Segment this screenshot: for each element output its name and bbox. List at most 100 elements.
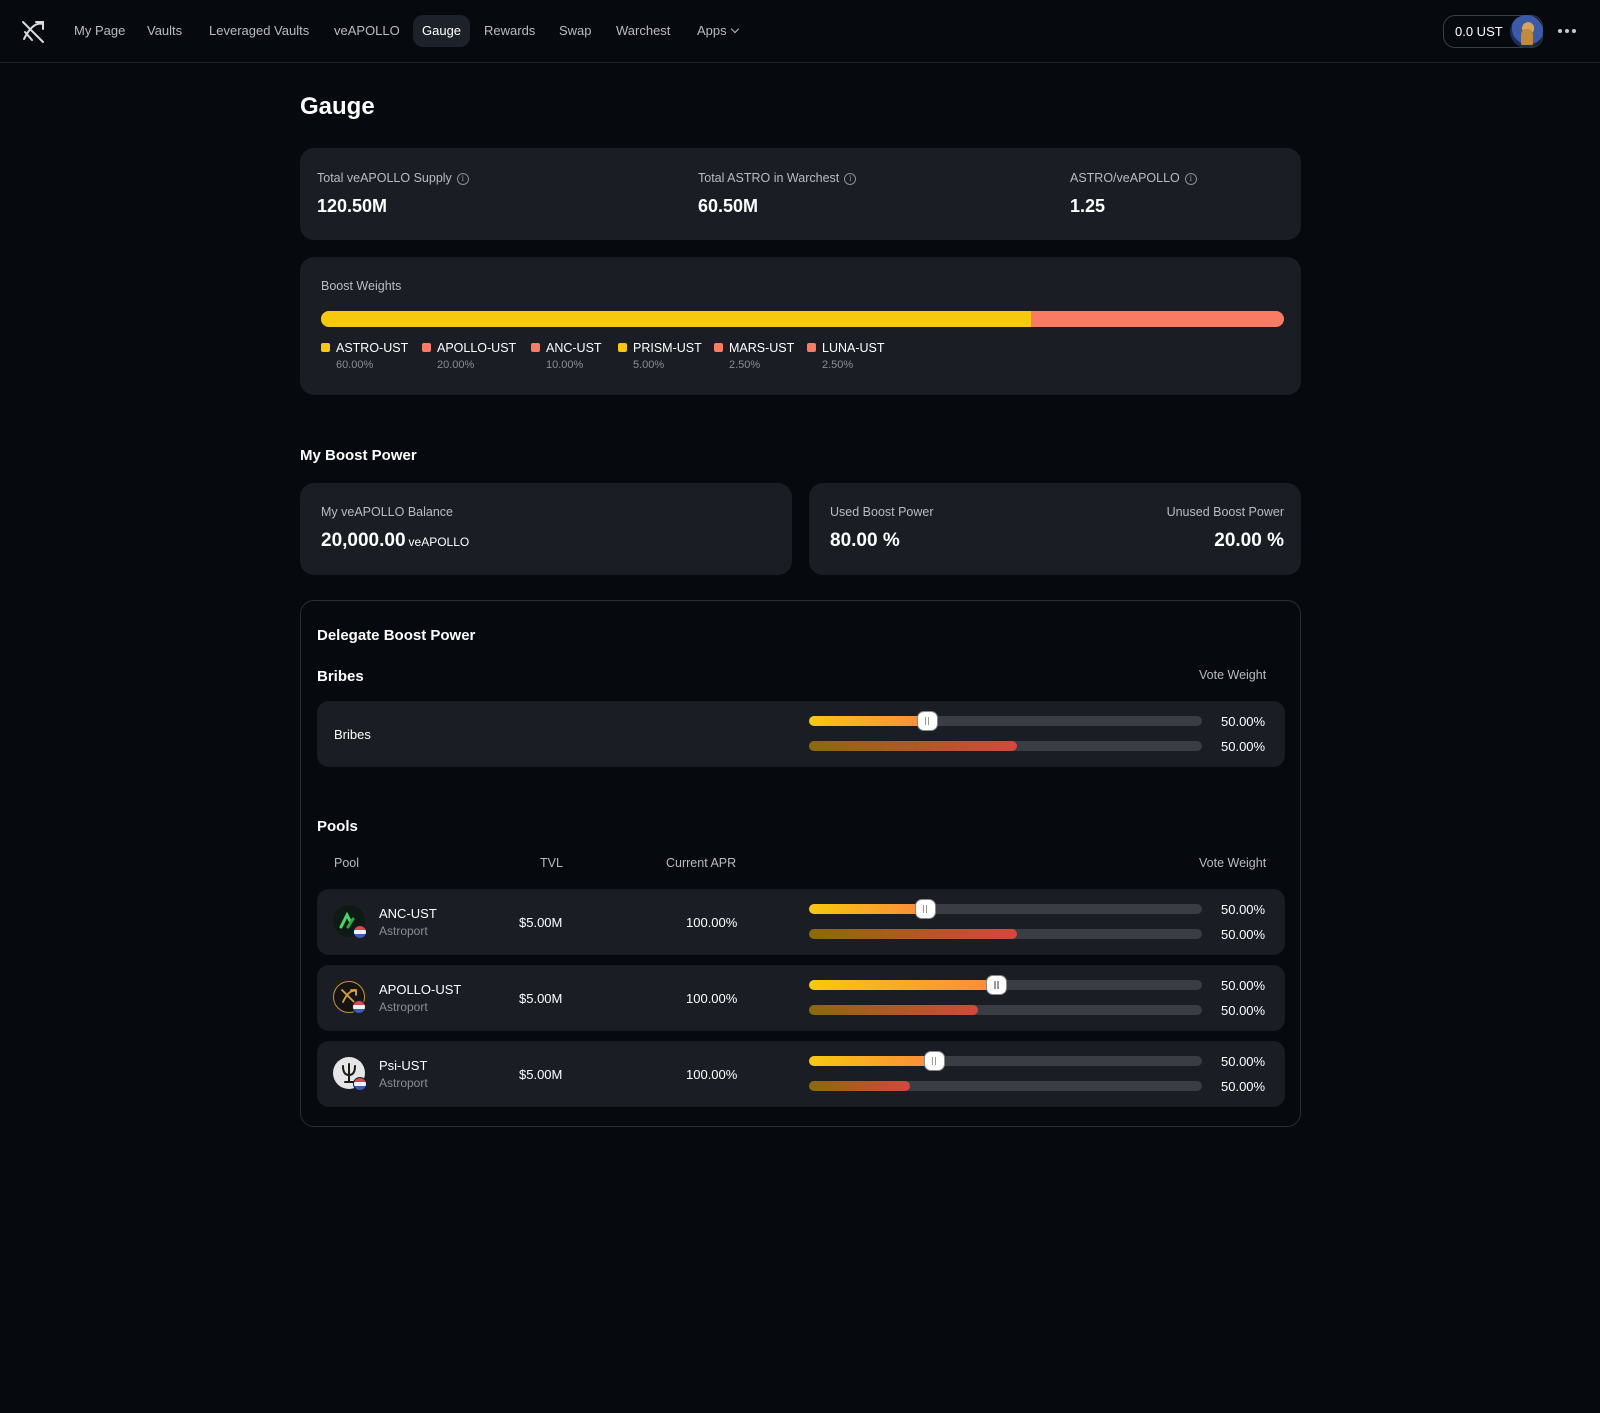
legend-anc-ust: ANC-UST 10.00% (531, 341, 602, 371)
nav-gauge[interactable]: Gauge (413, 15, 471, 47)
ust-flag-icon (352, 1000, 366, 1014)
nav-leveraged-vaults[interactable]: Leveraged Vaults (200, 15, 318, 47)
vote-weight-pct: 50.00% (1221, 978, 1266, 993)
vote-weight-slider[interactable] (809, 712, 1202, 730)
slider-fill (809, 1056, 934, 1066)
legend-swatch (531, 343, 540, 352)
nav-rewards[interactable]: Rewards (475, 15, 544, 47)
pool-name: APOLLO-UST (379, 982, 462, 997)
nav-my-page[interactable]: My Page (65, 15, 134, 47)
legend-swatch (422, 343, 431, 352)
current-weight-pct: 50.00% (1221, 927, 1266, 942)
legend-pct: 20.00% (437, 359, 475, 371)
nav-apps[interactable]: Apps (688, 15, 747, 47)
stat-label-astro-warchest: Total ASTRO in Warchest i (698, 171, 857, 185)
bar-fill (809, 1081, 910, 1091)
legend-name: LUNA-UST (822, 341, 885, 355)
pool-row-apollo-ust: APOLLO-UST Astroport $5.00M 100.00% 50.0… (317, 965, 1285, 1031)
slider-handle[interactable] (915, 900, 935, 918)
current-weight-pct: 50.00% (1221, 1003, 1266, 1018)
legend-prism-ust: PRISM-UST 5.00% (618, 341, 702, 371)
pools-title: Pools (317, 818, 358, 835)
nav-warchest[interactable]: Warchest (607, 15, 679, 47)
boost-weights-bar-fill (321, 311, 1031, 327)
info-icon[interactable]: i (456, 172, 469, 185)
wallet-balance: 0.0 UST (1455, 24, 1503, 39)
bar-fill (809, 929, 1018, 939)
legend-swatch (618, 343, 627, 352)
tvl-column-header: TVL (540, 856, 563, 870)
page-title: Gauge (300, 93, 375, 120)
unused-boost-label: Unused Boost Power (1166, 505, 1284, 519)
delegate-boost-panel: Delegate Boost Power Bribes Vote Weight … (300, 600, 1301, 1127)
used-boost-label: Used Boost Power (830, 505, 934, 519)
vote-weight-pct: 50.00% (1221, 902, 1266, 917)
psi-icon (333, 1057, 367, 1091)
nav-apps-label: Apps (697, 23, 727, 38)
pool-tvl: $5.00M (519, 1067, 563, 1082)
pool-row-psi-ust: Psi-UST Astroport $5.00M 100.00% 50.00% … (317, 1041, 1285, 1107)
current-weight-bar (809, 1081, 1202, 1091)
legend-apollo-ust: APOLLO-UST 20.00% (422, 341, 517, 371)
legend-swatch (807, 343, 816, 352)
stat-label-text: Total veAPOLLO Supply (317, 171, 452, 185)
vote-weight-pct: 50.00% (1221, 714, 1266, 729)
pool-column-header: Pool (334, 856, 360, 870)
nav-veapollo[interactable]: veAPOLLO (325, 15, 409, 47)
vote-weight-slider[interactable] (809, 976, 1202, 994)
legend-pct: 10.00% (546, 359, 584, 371)
slider-handle[interactable] (917, 712, 937, 730)
nav-vaults[interactable]: Vaults (138, 15, 191, 47)
bar-fill (809, 1005, 978, 1015)
balance-label: My veAPOLLO Balance (321, 505, 454, 519)
pool-apr: 100.00% (686, 991, 738, 1006)
bribes-title: Bribes (317, 668, 364, 685)
legend-name: MARS-UST (729, 341, 795, 355)
slider-handle[interactable] (987, 976, 1007, 994)
slider-handle[interactable] (924, 1052, 944, 1070)
vote-weight-slider[interactable] (809, 900, 1202, 918)
pool-name: ANC-UST (379, 906, 437, 921)
legend-mars-ust: MARS-UST 2.50% (714, 341, 795, 371)
delegate-title: Delegate Boost Power (317, 627, 476, 644)
avatar (1510, 15, 1543, 48)
nav-swap[interactable]: Swap (550, 15, 601, 47)
bar-fill (809, 741, 1018, 751)
stat-value-veapollo-supply: 120.50M (317, 196, 388, 216)
boost-weights-title: Boost Weights (321, 279, 402, 293)
stat-label-text: ASTRO/veAPOLLO (1070, 171, 1180, 185)
more-options-icon[interactable] (1558, 29, 1578, 35)
pool-dex: Astroport (379, 1000, 428, 1014)
balance-unit: veAPOLLO (408, 535, 470, 549)
current-weight-pct: 50.00% (1221, 1079, 1266, 1094)
legend-name: ANC-UST (546, 341, 602, 355)
used-boost-value: 80.00 % (830, 530, 900, 551)
current-weight-bar (809, 929, 1202, 939)
pool-dex: Astroport (379, 924, 428, 938)
bribes-vote-weight-header: Vote Weight (1199, 668, 1267, 682)
apollo-logo-icon[interactable] (20, 19, 46, 45)
pool-tvl: $5.00M (519, 991, 563, 1006)
info-icon[interactable]: i (1184, 172, 1197, 185)
slider-fill (809, 716, 927, 726)
boost-weights-card: Boost Weights ASTRO-UST 60.00% APOLLO-UST… (300, 257, 1301, 395)
info-icon[interactable]: i (844, 172, 857, 185)
anchor-icon (333, 905, 367, 939)
stat-value-astro-veapollo: 1.25 (1070, 196, 1106, 216)
boost-usage-card: Used Boost Power 80.00 % Unused Boost Po… (809, 483, 1301, 575)
stats-card: Total veAPOLLO Supply i 120.50M Total AST… (300, 148, 1301, 240)
bribes-row: Bribes 50.00% 50.00% (317, 701, 1285, 767)
legend-name: APOLLO-UST (437, 341, 517, 355)
my-boost-power-title: My Boost Power (300, 447, 417, 464)
stat-label-text: Total ASTRO in Warchest (698, 171, 840, 185)
vote-weight-slider[interactable] (809, 1052, 1202, 1070)
stat-value-astro-warchest: 60.50M (698, 196, 759, 216)
boost-weights-bar (321, 311, 1284, 327)
legend-pct: 60.00% (336, 359, 374, 371)
wallet-button[interactable]: 0.0 UST (1443, 15, 1543, 48)
legend-name: ASTRO-UST (336, 341, 409, 355)
slider-fill (809, 904, 925, 914)
legend-astro-ust: ASTRO-UST 60.00% (321, 341, 409, 371)
pool-name: Psi-UST (379, 1058, 428, 1073)
veapollo-balance-card: My veAPOLLO Balance 20,000.00 veAPOLLO (300, 483, 792, 575)
